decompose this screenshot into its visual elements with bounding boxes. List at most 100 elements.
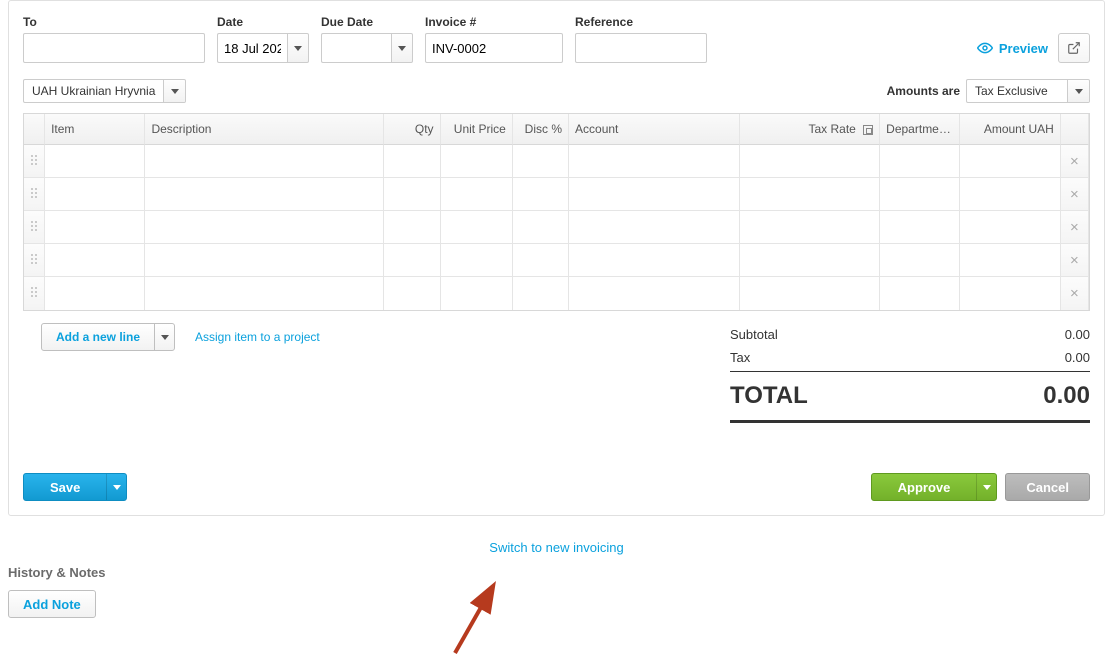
cell-qty[interactable]: [384, 211, 440, 244]
to-input[interactable]: [23, 33, 205, 63]
external-button[interactable]: [1058, 33, 1090, 63]
cell-description[interactable]: [145, 244, 384, 277]
delete-row-button[interactable]: ×: [1061, 145, 1089, 178]
cell-amount[interactable]: [960, 244, 1060, 277]
date-input[interactable]: [217, 33, 287, 63]
below-table-row: Add a new line Assign item to a project …: [23, 323, 1090, 423]
cell-disc[interactable]: [513, 211, 569, 244]
cell-item[interactable]: [45, 178, 145, 211]
cell-tax-rate[interactable]: [740, 145, 881, 178]
cell-amount[interactable]: [960, 277, 1060, 310]
cell-department[interactable]: [880, 178, 960, 211]
chevron-down-icon: [398, 46, 406, 51]
invoice-no-input[interactable]: [425, 33, 563, 63]
cell-item[interactable]: [45, 244, 145, 277]
cell-unit-price[interactable]: [441, 178, 513, 211]
cell-disc[interactable]: [513, 277, 569, 310]
external-link-icon: [1067, 41, 1081, 55]
due-date-picker-button[interactable]: [391, 33, 413, 63]
save-dropdown[interactable]: [106, 474, 126, 500]
drag-handle[interactable]: [24, 244, 45, 277]
cell-unit-price[interactable]: [441, 145, 513, 178]
date-picker-button[interactable]: [287, 33, 309, 63]
cell-description[interactable]: [145, 145, 384, 178]
currency-selected: UAH Ukrainian Hryvnia: [24, 80, 163, 102]
table-row: ×: [24, 145, 1089, 178]
cell-disc[interactable]: [513, 145, 569, 178]
cell-department[interactable]: [880, 145, 960, 178]
save-button[interactable]: Save: [23, 473, 127, 501]
cell-account[interactable]: [569, 145, 740, 178]
cell-department[interactable]: [880, 277, 960, 310]
currency-select[interactable]: UAH Ukrainian Hryvnia: [23, 79, 186, 103]
cell-unit-price[interactable]: [441, 277, 513, 310]
cell-tax-rate[interactable]: [740, 277, 881, 310]
amounts-are-select[interactable]: Tax Exclusive: [966, 79, 1090, 103]
due-date-input[interactable]: [321, 33, 391, 63]
cell-unit-price[interactable]: [441, 244, 513, 277]
cell-qty[interactable]: [384, 178, 440, 211]
tax-settings-icon[interactable]: [863, 125, 873, 135]
cell-description[interactable]: [145, 178, 384, 211]
cell-tax-rate[interactable]: [740, 211, 881, 244]
history-notes: History & Notes Add Note: [8, 565, 1105, 618]
cell-description[interactable]: [145, 211, 384, 244]
delete-row-button[interactable]: ×: [1061, 277, 1089, 310]
drag-icon: [30, 154, 38, 166]
close-icon: ×: [1070, 252, 1079, 269]
preview-link[interactable]: Preview: [977, 40, 1048, 56]
drag-handle[interactable]: [24, 178, 45, 211]
cell-account[interactable]: [569, 277, 740, 310]
cell-tax-rate[interactable]: [740, 178, 881, 211]
delete-row-button[interactable]: ×: [1061, 211, 1089, 244]
cell-account[interactable]: [569, 244, 740, 277]
reference-input[interactable]: [575, 33, 707, 63]
add-line-dropdown[interactable]: [154, 324, 174, 350]
cell-item[interactable]: [45, 277, 145, 310]
drag-icon: [30, 187, 38, 199]
cell-qty[interactable]: [384, 145, 440, 178]
delete-row-button[interactable]: ×: [1061, 178, 1089, 211]
subtotal-row: Subtotal 0.00: [730, 323, 1090, 346]
drag-icon: [30, 286, 38, 298]
close-icon: ×: [1070, 153, 1079, 170]
cell-account[interactable]: [569, 178, 740, 211]
cell-department[interactable]: [880, 211, 960, 244]
approve-button[interactable]: Approve: [871, 473, 998, 501]
cell-tax-rate[interactable]: [740, 244, 881, 277]
cell-amount[interactable]: [960, 211, 1060, 244]
approve-dropdown[interactable]: [976, 474, 996, 500]
assign-project-link[interactable]: Assign item to a project: [195, 330, 320, 344]
cell-amount[interactable]: [960, 145, 1060, 178]
drag-handle[interactable]: [24, 145, 45, 178]
total-value: 0.00: [1043, 382, 1090, 410]
cell-description[interactable]: [145, 277, 384, 310]
total-label: TOTAL: [730, 382, 808, 410]
line-items-table: Item Description Qty Unit Price Disc % A…: [23, 113, 1090, 311]
cancel-button[interactable]: Cancel: [1005, 473, 1090, 501]
delete-row-button[interactable]: ×: [1061, 244, 1089, 277]
add-note-button[interactable]: Add Note: [8, 590, 96, 618]
switch-invoicing-link[interactable]: Switch to new invoicing: [489, 540, 623, 555]
cell-qty[interactable]: [384, 277, 440, 310]
switch-invoicing-container: Switch to new invoicing: [0, 540, 1113, 555]
drag-handle[interactable]: [24, 211, 45, 244]
currency-dropdown-button[interactable]: [163, 80, 185, 102]
cell-item[interactable]: [45, 211, 145, 244]
amounts-are: Amounts are Tax Exclusive: [887, 79, 1090, 103]
amounts-are-dropdown-button[interactable]: [1067, 80, 1089, 102]
add-note-label: Add Note: [23, 597, 81, 612]
cell-item[interactable]: [45, 145, 145, 178]
cell-qty[interactable]: [384, 244, 440, 277]
history-title: History & Notes: [8, 565, 1105, 580]
cell-department[interactable]: [880, 244, 960, 277]
cell-amount[interactable]: [960, 178, 1060, 211]
cell-disc[interactable]: [513, 244, 569, 277]
close-icon: ×: [1070, 219, 1079, 236]
cell-account[interactable]: [569, 211, 740, 244]
drag-handle[interactable]: [24, 277, 45, 310]
col-department: Departme…: [880, 114, 960, 145]
cell-unit-price[interactable]: [441, 211, 513, 244]
add-line-button[interactable]: Add a new line: [41, 323, 175, 351]
cell-disc[interactable]: [513, 178, 569, 211]
